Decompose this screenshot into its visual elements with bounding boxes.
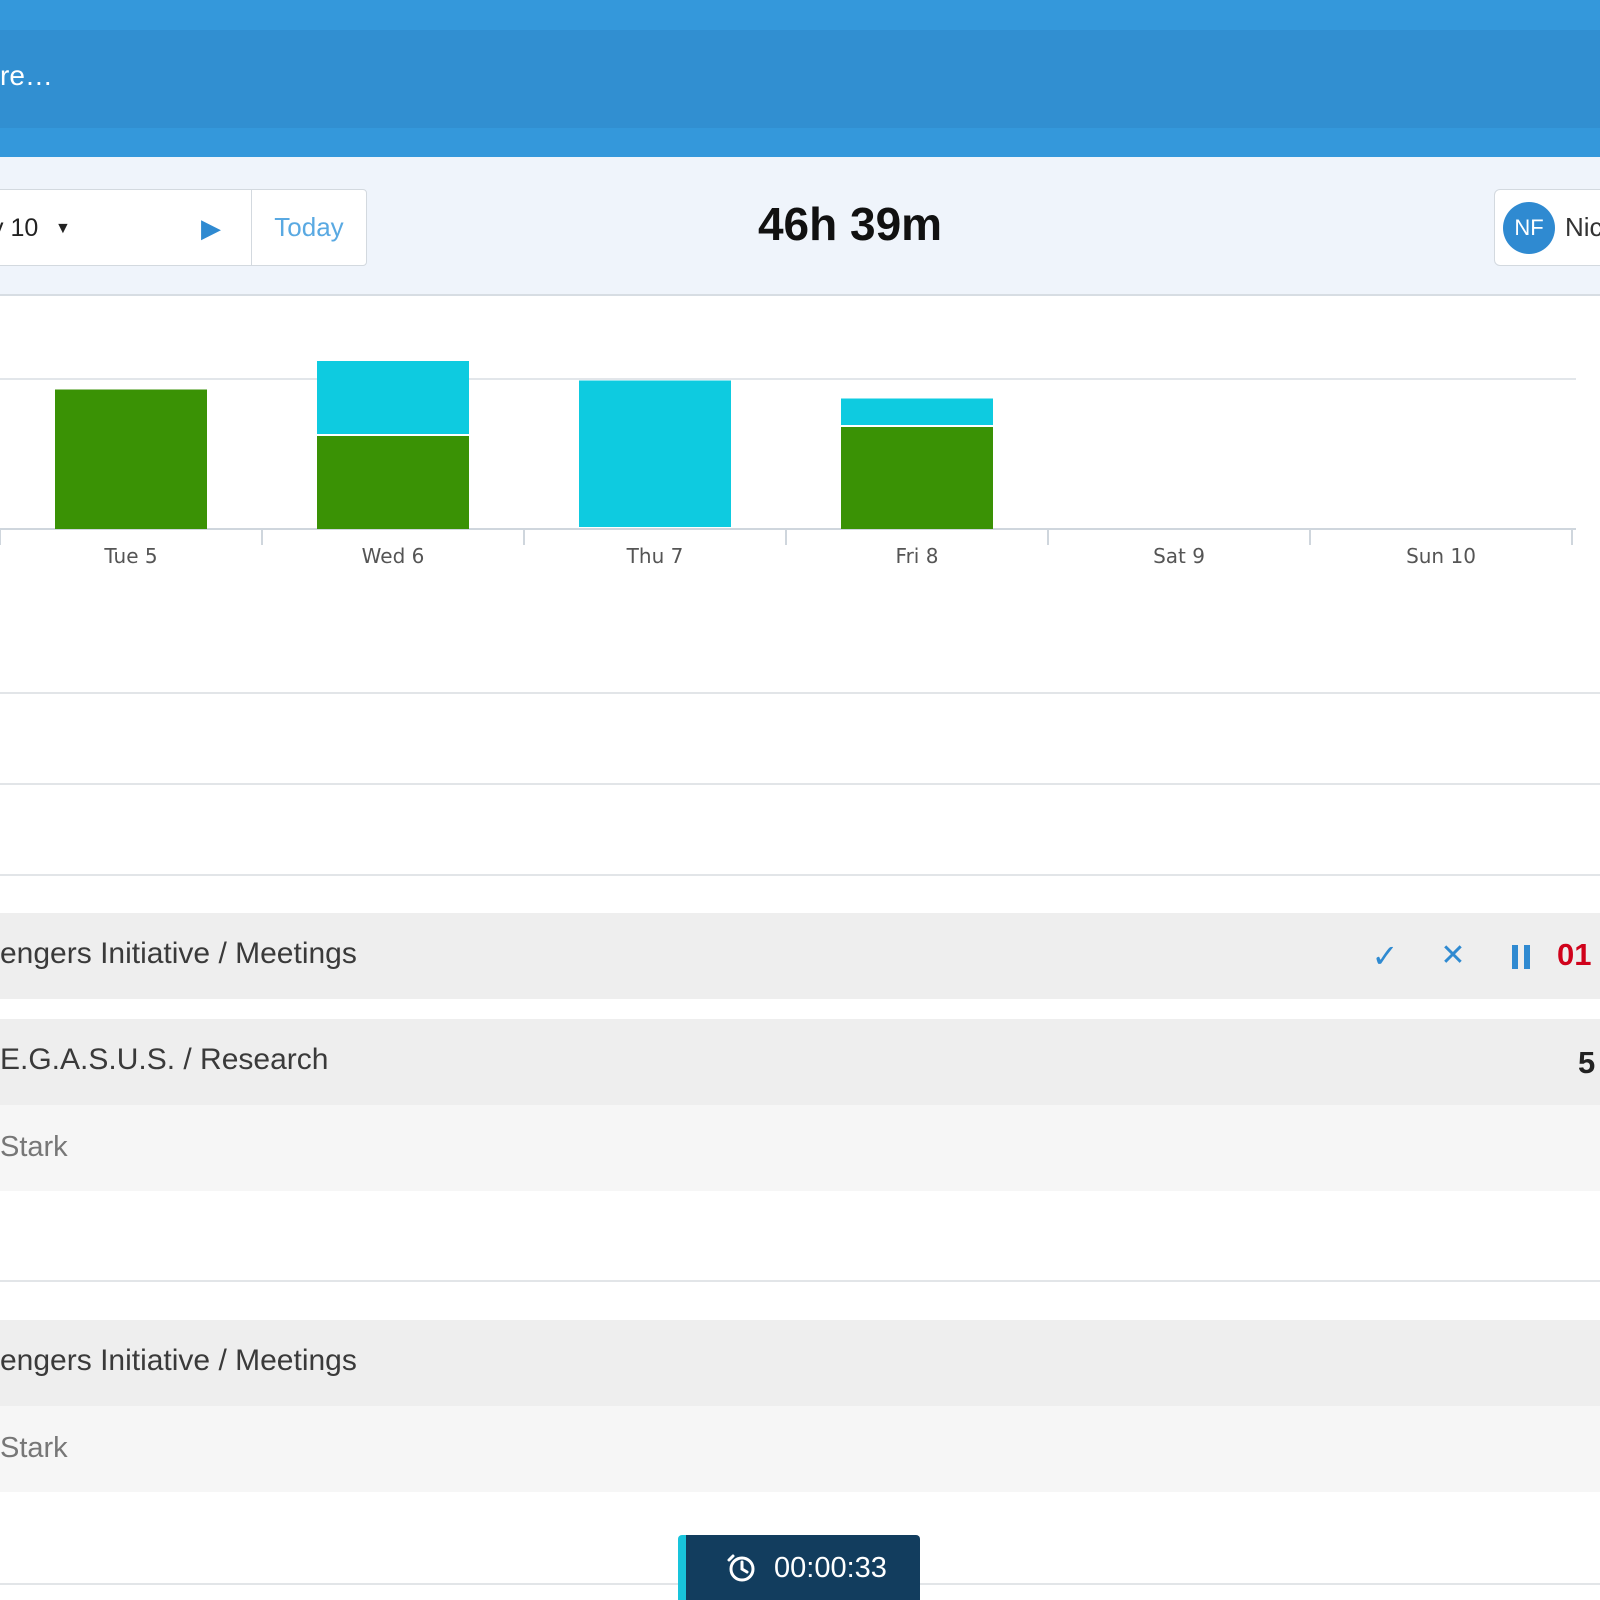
entry-duration: 5 <box>1578 1045 1596 1080</box>
chart-tick-label: Sun 10 <box>1406 544 1476 568</box>
caret-down-icon[interactable]: ▼ <box>55 220 71 238</box>
play-icon: ▶ <box>201 213 221 243</box>
time-entry-row[interactable]: E.G.A.S.U.S. / Research 5 <box>0 1019 1600 1105</box>
entry-title: engers Initiative / Meetings <box>0 937 357 970</box>
row-divider <box>0 874 1600 876</box>
entry-client-row: Stark <box>0 1105 1600 1191</box>
running-duration: 01 <box>1557 937 1592 972</box>
week-range-select[interactable]: y 10 <box>0 214 38 243</box>
search-text[interactable]: re… <box>0 60 53 92</box>
chart-bar <box>317 361 469 434</box>
chart-bar <box>841 398 993 425</box>
avatar: NF <box>1503 202 1555 254</box>
chart-tick-label: Thu 7 <box>626 544 684 568</box>
entry-title: E.G.A.S.U.S. / Research <box>0 1043 329 1076</box>
pause-icon[interactable] <box>1496 929 1546 983</box>
week-picker: y 10 ▼ ▶ Today <box>0 189 367 266</box>
chart-svg: Tue 5 Wed 6 Thu 7 Fri 8 Sat 9 Sun 10 <box>0 361 1576 568</box>
total-hours: 46h 39m <box>757 198 943 250</box>
next-week-button[interactable]: ▶ <box>191 206 231 250</box>
chart-tick-label: Sat 9 <box>1153 544 1205 568</box>
chart-bar <box>841 427 993 529</box>
user-name: Nic <box>1565 212 1600 242</box>
today-button[interactable]: Today <box>252 190 366 265</box>
check-icon[interactable]: ✓ <box>1360 929 1410 983</box>
running-timer-button[interactable]: 00:00:33 <box>678 1535 920 1600</box>
chart-tick-label: Tue 5 <box>103 544 157 568</box>
timer-value: 00:00:33 <box>774 1552 887 1584</box>
chart-bar <box>317 436 469 529</box>
time-entry-row[interactable]: engers Initiative / Meetings ✓ ✕ 01 <box>0 913 1600 999</box>
top-header: re… <box>0 0 1600 157</box>
chart-tick-label: Fri 8 <box>896 544 939 568</box>
entry-title: engers Initiative / Meetings <box>0 1344 357 1377</box>
chart-bar <box>579 380 731 527</box>
weekly-hours-chart: Tue 5 Wed 6 Thu 7 Fri 8 Sat 9 Sun 10 <box>0 298 1600 588</box>
user-selector[interactable]: NF Nic <box>1494 189 1600 266</box>
row-divider <box>0 692 1600 694</box>
toolbar: y 10 ▼ ▶ Today 46h 39m NF Nic <box>0 157 1600 296</box>
row-divider <box>0 1280 1600 1282</box>
entry-client: Stark <box>0 1131 68 1163</box>
close-icon[interactable]: ✕ <box>1428 929 1478 983</box>
time-entry-row[interactable]: engers Initiative / Meetings <box>0 1320 1600 1406</box>
entry-client-row: Stark <box>0 1406 1600 1492</box>
entry-client: Stark <box>0 1432 68 1464</box>
search-bar[interactable] <box>0 30 1600 128</box>
row-divider <box>0 783 1600 785</box>
chart-tick-label: Wed 6 <box>362 544 425 568</box>
chart-bar <box>55 389 207 529</box>
stopwatch-icon <box>727 1554 755 1582</box>
